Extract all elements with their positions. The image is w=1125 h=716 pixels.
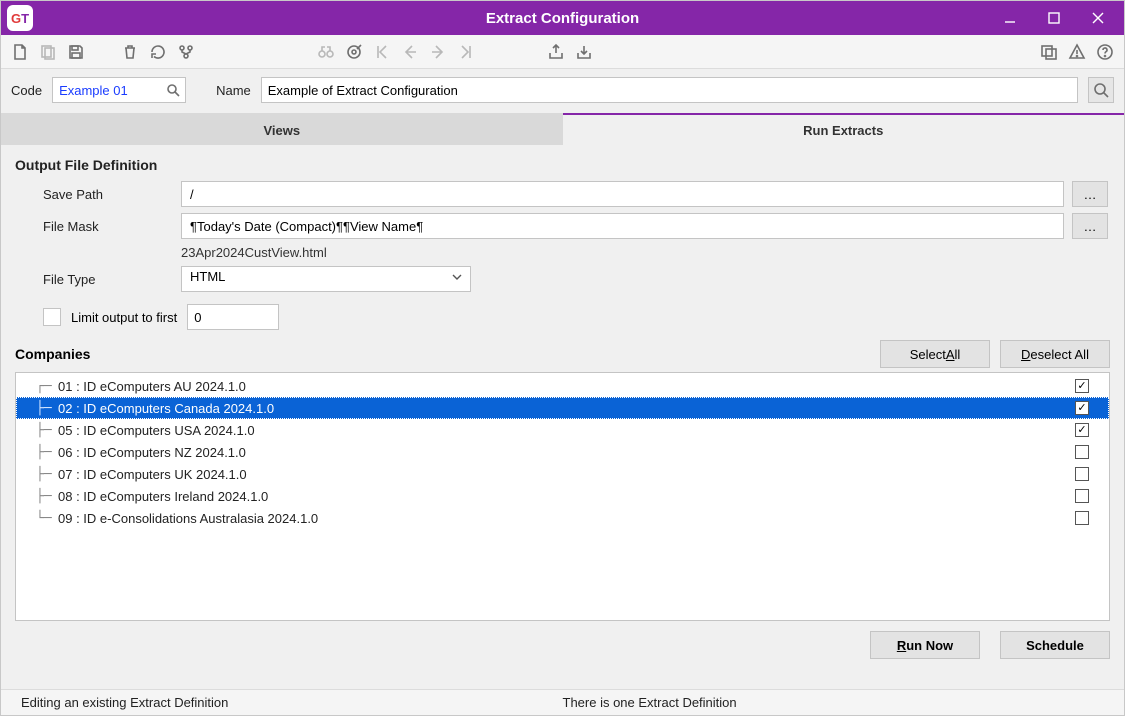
first-icon[interactable] xyxy=(371,41,393,63)
refresh-icon[interactable] xyxy=(147,41,169,63)
company-row[interactable]: ├─06 : ID eComputers NZ 2024.1.0 xyxy=(16,441,1109,463)
output-file-definition-title: Output File Definition xyxy=(15,157,1110,173)
select-all-button[interactable]: Select All xyxy=(880,340,990,368)
company-checkbox[interactable] xyxy=(1075,379,1089,393)
copy-icon[interactable] xyxy=(37,41,59,63)
file-type-label: File Type xyxy=(43,272,173,287)
company-row[interactable]: ├─08 : ID eComputers Ireland 2024.1.0 xyxy=(16,485,1109,507)
deselect-all-button[interactable]: Deselect All xyxy=(1000,340,1110,368)
file-mask-label: File Mask xyxy=(43,219,173,234)
tree-branch-icon: └─ xyxy=(36,511,58,526)
company-label: 07 : ID eComputers UK 2024.1.0 xyxy=(58,467,1075,482)
schedule-button[interactable]: Schedule xyxy=(1000,631,1110,659)
name-search-button[interactable] xyxy=(1088,77,1114,103)
save-path-input[interactable] xyxy=(181,181,1064,207)
company-label: 02 : ID eComputers Canada 2024.1.0 xyxy=(58,401,1075,416)
status-right: There is one Extract Definition xyxy=(563,695,1105,710)
header-fields: Code Name xyxy=(1,69,1124,113)
status-bar: Editing an existing Extract Definition T… xyxy=(1,689,1124,715)
minimize-button[interactable] xyxy=(988,3,1032,33)
tree-branch-icon: ├─ xyxy=(36,489,58,504)
file-mask-browse-button[interactable]: … xyxy=(1072,213,1108,239)
companies-tree[interactable]: ┌─01 : ID eComputers AU 2024.1.0├─02 : I… xyxy=(15,372,1110,621)
name-input[interactable] xyxy=(261,77,1078,103)
tree-branch-icon: ├─ xyxy=(36,467,58,482)
company-row[interactable]: ├─05 : ID eComputers USA 2024.1.0 xyxy=(16,419,1109,441)
app-logo-icon: GT xyxy=(7,5,33,31)
limit-output-input[interactable] xyxy=(187,304,279,330)
window-title: Extract Configuration xyxy=(486,10,639,27)
file-mask-preview: 23Apr2024CustView.html xyxy=(181,245,1064,260)
company-checkbox[interactable] xyxy=(1075,489,1089,503)
save-path-browse-button[interactable]: … xyxy=(1072,181,1108,207)
export-icon[interactable] xyxy=(545,41,567,63)
import-icon[interactable] xyxy=(573,41,595,63)
forward-icon[interactable] xyxy=(427,41,449,63)
run-extracts-panel: Output File Definition Save Path … File … xyxy=(1,145,1124,671)
new-icon[interactable] xyxy=(9,41,31,63)
help-icon[interactable] xyxy=(1094,41,1116,63)
company-label: 08 : ID eComputers Ireland 2024.1.0 xyxy=(58,489,1075,504)
flow-icon[interactable] xyxy=(175,41,197,63)
code-label: Code xyxy=(11,83,42,98)
company-row[interactable]: └─09 : ID e-Consolidations Australasia 2… xyxy=(16,507,1109,529)
maximize-button[interactable] xyxy=(1032,3,1076,33)
toolbar xyxy=(1,35,1124,69)
file-type-select[interactable]: HTML xyxy=(181,266,471,292)
code-search-icon[interactable] xyxy=(164,81,182,99)
company-row[interactable]: ┌─01 : ID eComputers AU 2024.1.0 xyxy=(16,375,1109,397)
binoculars-icon[interactable] xyxy=(315,41,337,63)
company-row[interactable]: ├─02 : ID eComputers Canada 2024.1.0 xyxy=(16,397,1109,419)
company-label: 05 : ID eComputers USA 2024.1.0 xyxy=(58,423,1075,438)
company-label: 01 : ID eComputers AU 2024.1.0 xyxy=(58,379,1075,394)
delete-icon[interactable] xyxy=(119,41,141,63)
save-path-label: Save Path xyxy=(43,187,173,202)
company-label: 06 : ID eComputers NZ 2024.1.0 xyxy=(58,445,1075,460)
status-left: Editing an existing Extract Definition xyxy=(21,695,563,710)
tree-branch-icon: ┌─ xyxy=(36,379,58,394)
tree-branch-icon: ├─ xyxy=(36,423,58,438)
file-mask-input[interactable] xyxy=(181,213,1064,239)
name-label: Name xyxy=(216,83,251,98)
target-icon[interactable] xyxy=(343,41,365,63)
layers-icon[interactable] xyxy=(1038,41,1060,63)
company-checkbox[interactable] xyxy=(1075,401,1089,415)
warning-icon[interactable] xyxy=(1066,41,1088,63)
limit-output-label: Limit output to first xyxy=(71,310,177,325)
last-icon[interactable] xyxy=(455,41,477,63)
close-button[interactable] xyxy=(1076,3,1120,33)
company-row[interactable]: ├─07 : ID eComputers UK 2024.1.0 xyxy=(16,463,1109,485)
title-bar: GT Extract Configuration xyxy=(1,1,1124,35)
company-checkbox[interactable] xyxy=(1075,467,1089,481)
company-checkbox[interactable] xyxy=(1075,445,1089,459)
companies-label: Companies xyxy=(15,346,90,362)
tab-bar: Views Run Extracts xyxy=(1,113,1124,145)
tab-views[interactable]: Views xyxy=(1,113,563,145)
save-icon[interactable] xyxy=(65,41,87,63)
tab-run-extracts[interactable]: Run Extracts xyxy=(563,113,1125,145)
back-icon[interactable] xyxy=(399,41,421,63)
run-now-button[interactable]: Run Now xyxy=(870,631,980,659)
company-label: 09 : ID e-Consolidations Australasia 202… xyxy=(58,511,1075,526)
app-window: GT Extract Configuration xyxy=(0,0,1125,716)
tree-branch-icon: ├─ xyxy=(36,445,58,460)
limit-output-checkbox[interactable] xyxy=(43,308,61,326)
company-checkbox[interactable] xyxy=(1075,511,1089,525)
company-checkbox[interactable] xyxy=(1075,423,1089,437)
tree-branch-icon: ├─ xyxy=(36,401,58,416)
